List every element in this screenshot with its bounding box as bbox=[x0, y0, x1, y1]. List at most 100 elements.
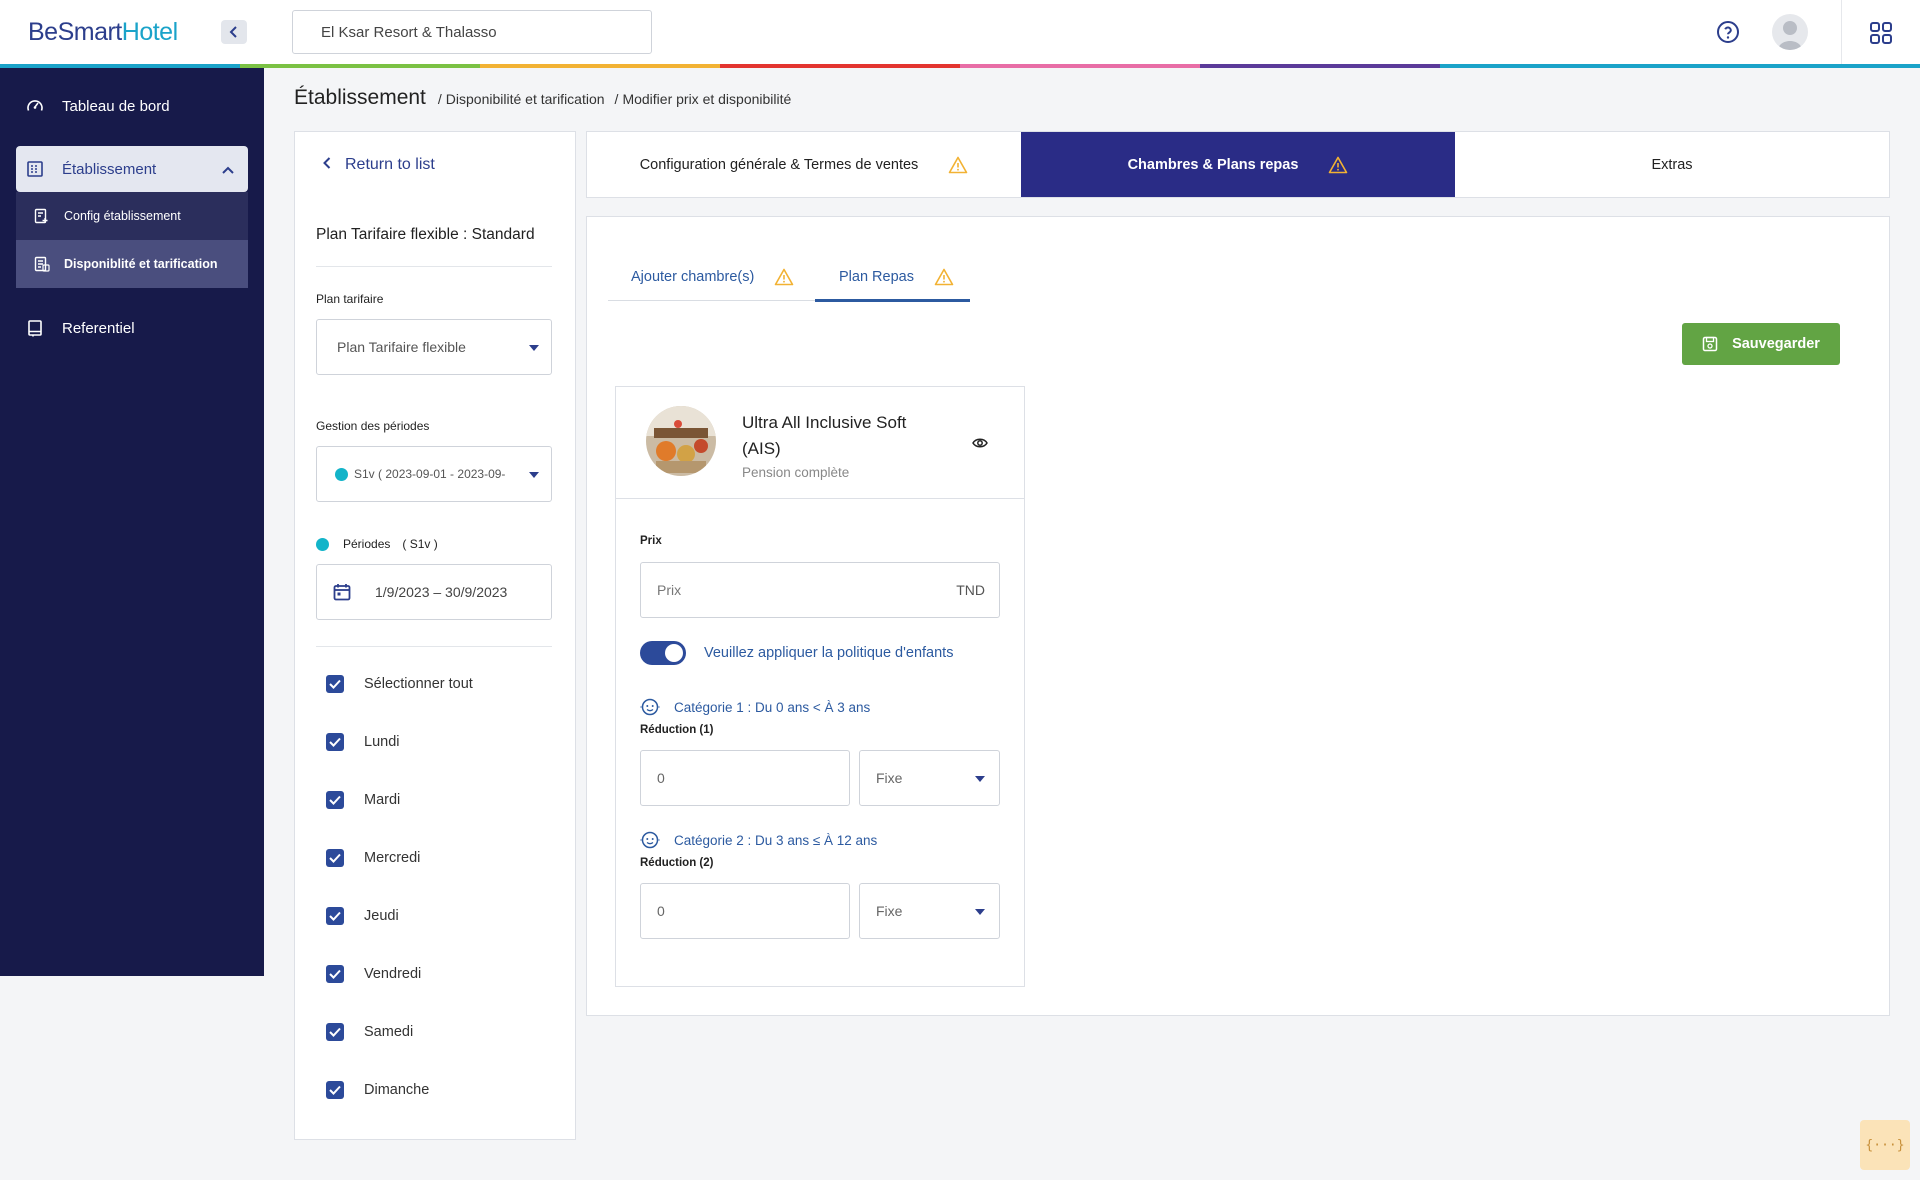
hotel-name: El Ksar Resort & Thalasso bbox=[321, 23, 497, 41]
periods-management-label: Gestion des périodes bbox=[316, 419, 430, 433]
sidebar-subitem-label: Disponiblité et tarification bbox=[64, 257, 218, 271]
checkbox-vendredi[interactable]: Vendredi bbox=[326, 965, 421, 983]
rate-plan-label: Plan tarifaire bbox=[316, 292, 384, 306]
user-avatar[interactable] bbox=[1772, 14, 1808, 50]
subtab-meal-plan[interactable]: Plan Repas bbox=[815, 253, 970, 302]
help-icon[interactable] bbox=[1716, 20, 1740, 49]
child-policy-label: Veuillez appliquer la politique d'enfant… bbox=[704, 645, 954, 661]
price-input[interactable]: Prix TND bbox=[640, 562, 1000, 618]
warning-icon bbox=[934, 268, 954, 286]
breadcrumb-current: Modifier prix et disponibilité bbox=[622, 91, 792, 107]
tab-general-config[interactable]: Configuration générale & Termes de vente… bbox=[587, 132, 1021, 197]
return-label: Return to list bbox=[345, 156, 435, 173]
filter-panel: Return to list Plan Tarifaire flexible :… bbox=[294, 131, 576, 1140]
rainbow-segment bbox=[1680, 64, 1920, 68]
checkbox-mardi[interactable]: Mardi bbox=[326, 791, 400, 809]
checkbox-lundi[interactable]: Lundi bbox=[326, 733, 399, 751]
meal-plan-image bbox=[646, 406, 716, 476]
sidebar-item-etablissement[interactable]: Établissement bbox=[16, 146, 248, 192]
category-2-header: Catégorie 2 : Du 3 ans ≤ À 12 ans bbox=[640, 831, 877, 849]
periods-label: Périodes ( S1v ) bbox=[316, 537, 438, 551]
divider bbox=[316, 266, 552, 267]
sidebar-item-label: Établissement bbox=[62, 160, 157, 178]
reduction-2-mode-select[interactable]: Fixe bbox=[859, 883, 1000, 939]
category-label: Catégorie 1 : Du 0 ans < À 3 ans bbox=[674, 699, 871, 715]
checkbox-label: Dimanche bbox=[364, 1082, 430, 1098]
checkbox-label: Jeudi bbox=[364, 908, 399, 924]
save-label: Sauvegarder bbox=[1732, 336, 1820, 352]
subtab-add-rooms[interactable]: Ajouter chambre(s) bbox=[608, 253, 813, 301]
checkbox-jeudi[interactable]: Jeudi bbox=[326, 907, 399, 925]
breadcrumb-link[interactable]: Disponibilité et tarification bbox=[446, 91, 605, 107]
reduction-1-mode-select[interactable]: Fixe bbox=[859, 750, 1000, 806]
reduction-1-input[interactable]: 0 bbox=[640, 750, 850, 806]
checkbox-checked-icon bbox=[326, 791, 344, 809]
child-policy-toggle[interactable] bbox=[640, 641, 686, 665]
sidebar-item-label: Tableau de bord bbox=[62, 97, 170, 115]
period-select-value: S1v ( 2023-09-01 - 2023-09- bbox=[354, 467, 506, 481]
checkbox-label: Mercredi bbox=[364, 850, 421, 866]
reduction-label: Réduction (1) bbox=[640, 724, 714, 736]
sidebar-item-label: Referentiel bbox=[62, 319, 135, 337]
chevron-up-icon bbox=[222, 161, 234, 178]
sidebar-item-referentiel[interactable]: Referentiel bbox=[16, 308, 248, 348]
save-icon bbox=[1702, 336, 1718, 352]
tab-rooms-meal-plans[interactable]: Chambres & Plans repas bbox=[1021, 132, 1455, 197]
pricing-icon bbox=[34, 256, 50, 272]
rainbow-segment bbox=[960, 64, 1200, 68]
checkbox-checked-icon bbox=[326, 733, 344, 751]
checkbox-dimanche[interactable]: Dimanche bbox=[326, 1081, 429, 1099]
chevron-left-icon bbox=[323, 156, 331, 174]
date-range-field[interactable]: 1/9/2023 – 30/9/2023 bbox=[316, 564, 552, 620]
meal-plan-card-container: Ajouter chambre(s) Plan Repas Sauvegarde… bbox=[586, 216, 1890, 1016]
reduction-2-input[interactable]: 0 bbox=[640, 883, 850, 939]
checkbox-checked-icon bbox=[326, 907, 344, 925]
checkbox-label: Mardi bbox=[364, 792, 401, 808]
subtab-label: Plan Repas bbox=[839, 269, 914, 285]
rainbow-bar bbox=[0, 64, 1920, 68]
sidebar-subitem-label: Config établissement bbox=[64, 209, 181, 223]
meal-plan-header: Ultra All Inclusive Soft (AIS) Pension c… bbox=[616, 387, 1024, 499]
plan-title: Plan Tarifaire flexible : Standard bbox=[316, 226, 535, 243]
save-button[interactable]: Sauvegarder bbox=[1682, 323, 1840, 365]
checkbox-select-all[interactable]: Sélectionner tout bbox=[326, 675, 473, 693]
sidebar-item-dashboard[interactable]: Tableau de bord bbox=[16, 86, 248, 126]
checkbox-samedi[interactable]: Samedi bbox=[326, 1023, 413, 1041]
tab-label: Chambres & Plans repas bbox=[1127, 156, 1299, 173]
category-label: Catégorie 2 : Du 3 ans ≤ À 12 ans bbox=[674, 832, 878, 848]
price-label: Prix bbox=[640, 535, 662, 547]
return-to-list-link[interactable]: Return to list bbox=[323, 156, 435, 174]
caret-down-icon bbox=[529, 472, 539, 478]
toggle-knob bbox=[665, 644, 683, 662]
checkbox-checked-icon bbox=[326, 849, 344, 867]
sidebar-subitem-config[interactable]: Config établissement bbox=[16, 192, 248, 240]
page-title: Établissement bbox=[294, 86, 426, 109]
rate-plan-select[interactable]: Plan Tarifaire flexible bbox=[316, 319, 552, 375]
child-face-icon bbox=[640, 698, 660, 716]
checkbox-checked-icon bbox=[326, 675, 344, 693]
main-tabs: Configuration générale & Termes de vente… bbox=[586, 131, 1890, 198]
divider bbox=[316, 646, 552, 647]
checkbox-label: Vendredi bbox=[364, 966, 422, 982]
warning-icon bbox=[1328, 156, 1348, 174]
brand-logo[interactable]: BeSmartHotel bbox=[28, 18, 178, 47]
corner-widget-button[interactable]: {···} bbox=[1860, 1120, 1910, 1170]
date-range-value: 1/9/2023 – 30/9/2023 bbox=[375, 584, 508, 600]
meal-plan-name: Ultra All Inclusive Soft (AIS) bbox=[742, 413, 907, 458]
checkbox-mercredi[interactable]: Mercredi bbox=[326, 849, 420, 867]
hotel-selector[interactable]: El Ksar Resort & Thalasso bbox=[292, 10, 652, 54]
rate-plan-value: Plan Tarifaire flexible bbox=[337, 339, 466, 355]
reduction-value: 0 bbox=[657, 770, 665, 786]
sidebar-subitem-pricing[interactable]: Disponiblité et tarification bbox=[16, 240, 248, 288]
collapse-sidebar-button[interactable] bbox=[221, 20, 247, 44]
period-select[interactable]: S1v ( 2023-09-01 - 2023-09- bbox=[316, 446, 552, 502]
rainbow-segment bbox=[1440, 64, 1680, 68]
checkbox-checked-icon bbox=[326, 965, 344, 983]
caret-down-icon bbox=[529, 345, 539, 351]
eye-icon[interactable] bbox=[972, 436, 988, 454]
checkbox-label: Samedi bbox=[364, 1024, 414, 1040]
tab-extras[interactable]: Extras bbox=[1455, 132, 1889, 197]
apps-grid-icon[interactable] bbox=[1870, 22, 1892, 49]
checkbox-checked-icon bbox=[326, 1023, 344, 1041]
category-1-header: Catégorie 1 : Du 0 ans < À 3 ans bbox=[640, 698, 870, 716]
